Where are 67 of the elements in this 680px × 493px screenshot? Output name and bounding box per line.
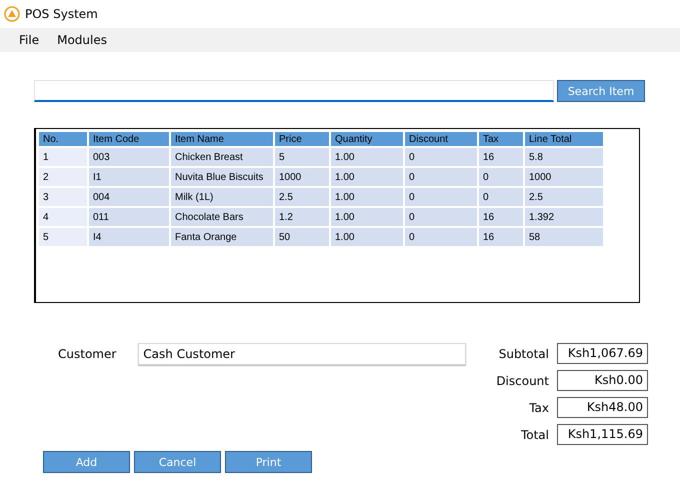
- action-button[interactable]: Add: [43, 451, 130, 473]
- table-cell: 1000: [525, 168, 603, 186]
- table-cell: Milk (1L): [171, 188, 273, 206]
- table-cell: I4: [89, 228, 169, 246]
- column-header: Tax: [479, 132, 523, 146]
- total-label: Subtotal: [498, 346, 549, 360]
- menu-item[interactable]: Modules: [50, 31, 114, 49]
- table-cell: 0: [405, 188, 477, 206]
- table-cell: 16: [479, 208, 523, 226]
- table-cell: 003: [89, 148, 169, 166]
- table-cell: Fanta Orange: [171, 228, 273, 246]
- table-cell: 1.00: [331, 228, 403, 246]
- table-cell: 50: [275, 228, 329, 246]
- table-cell: 1.00: [331, 168, 403, 186]
- table-cell: 1000: [275, 168, 329, 186]
- table-cell: 1.2: [275, 208, 329, 226]
- window-title: POS System: [25, 7, 98, 21]
- column-header: Item Code: [89, 132, 169, 146]
- table-cell: 5: [275, 148, 329, 166]
- column-header: Line Total: [525, 132, 603, 146]
- table-cell: 0: [479, 168, 523, 186]
- table-cell: 0: [405, 168, 477, 186]
- table-cell: Chicken Breast: [171, 148, 273, 166]
- total-value: Ksh0.00: [557, 370, 648, 391]
- table-cell: 0: [479, 188, 523, 206]
- table-cell: 0: [405, 148, 477, 166]
- table-cell: 58: [525, 228, 603, 246]
- table-cell: 3: [39, 188, 87, 206]
- table-cell: 0: [405, 228, 477, 246]
- logo-icon: [4, 6, 20, 22]
- total-label: Discount: [496, 374, 549, 388]
- customer-label: Customer: [58, 347, 116, 361]
- table-cell: 16: [479, 228, 523, 246]
- total-value: Ksh48.00: [557, 397, 648, 418]
- table-cell: 1: [39, 148, 87, 166]
- column-header: Price: [275, 132, 329, 146]
- total-value: Ksh1,115.69: [557, 424, 648, 445]
- table-cell: 1.00: [331, 208, 403, 226]
- table-cell: 16: [479, 148, 523, 166]
- table-cell: I1: [89, 168, 169, 186]
- table-cell: 4: [39, 208, 87, 226]
- total-label: Total: [520, 428, 549, 442]
- table-cell: 1.392: [525, 208, 603, 226]
- action-button[interactable]: Print: [225, 451, 312, 473]
- table-cell: 0: [405, 208, 477, 226]
- total-value: Ksh1,067.69: [557, 343, 648, 364]
- table-cell: 1.00: [331, 188, 403, 206]
- search-button[interactable]: Search Item: [557, 80, 645, 102]
- table-cell: 5.8: [525, 148, 603, 166]
- menu-item[interactable]: File: [12, 31, 46, 49]
- column-header: No.: [39, 132, 87, 146]
- action-button[interactable]: Cancel: [134, 451, 221, 473]
- column-header: Discount: [405, 132, 477, 146]
- table-cell: 2.5: [525, 188, 603, 206]
- table-cell: 5: [39, 228, 87, 246]
- table-cell: Nuvita Blue Biscuits: [171, 168, 273, 186]
- customer-field[interactable]: Cash Customer: [138, 343, 466, 365]
- column-header: Quantity: [331, 132, 403, 146]
- table-cell: 2: [39, 168, 87, 186]
- table-cell: 2.5: [275, 188, 329, 206]
- table-cell: 011: [89, 208, 169, 226]
- table-cell: 004: [89, 188, 169, 206]
- table-cell: 1.00: [331, 148, 403, 166]
- total-label: Tax: [529, 400, 549, 414]
- search-field[interactable]: [34, 80, 554, 102]
- table-cell: Chocolate Bars: [171, 208, 273, 226]
- column-header: Item Name: [171, 132, 273, 146]
